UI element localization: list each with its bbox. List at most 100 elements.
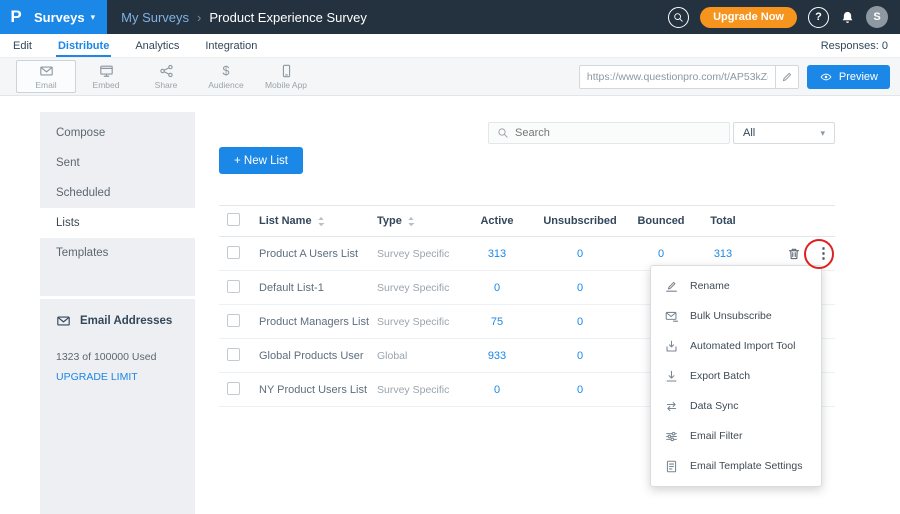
lists-content: All ▾ + New List List Name Type Active U… bbox=[195, 96, 900, 514]
sidebar-item-sent[interactable]: Sent bbox=[40, 148, 195, 178]
toolbar-item-share[interactable]: Share bbox=[136, 60, 196, 93]
envelope-icon bbox=[56, 314, 71, 328]
help-button[interactable]: ? bbox=[808, 7, 829, 28]
sidebar-item-compose[interactable]: Compose bbox=[40, 118, 195, 148]
cell-list-name[interactable]: Product A Users List bbox=[259, 248, 377, 260]
delete-list-button[interactable] bbox=[787, 247, 801, 261]
cell-type: Survey Specific bbox=[377, 384, 465, 396]
surveys-menu[interactable]: P Surveys ▾ bbox=[0, 0, 107, 34]
row-checkbox[interactable] bbox=[227, 348, 240, 361]
cell-unsubscribed[interactable]: 0 bbox=[529, 248, 631, 260]
share-icon bbox=[159, 64, 174, 78]
toolbar-item-mobile-app[interactable]: Mobile App bbox=[256, 60, 316, 93]
breadcrumb: My Surveys › Product Experience Survey bbox=[121, 10, 367, 25]
cell-active[interactable]: 933 bbox=[465, 350, 529, 362]
pencil-icon bbox=[781, 71, 793, 83]
menu-item-label: Automated Import Tool bbox=[690, 340, 795, 352]
menu-item-email-template-settings[interactable]: Email Template Settings bbox=[651, 451, 821, 481]
menu-item-rename[interactable]: Rename bbox=[651, 271, 821, 301]
cell-unsubscribed[interactable]: 0 bbox=[529, 350, 631, 362]
header-search-button[interactable] bbox=[668, 7, 689, 28]
email-icon bbox=[39, 64, 54, 78]
sort-icon[interactable] bbox=[317, 216, 325, 227]
toolbar-item-label: Share bbox=[155, 80, 178, 90]
tab-integration[interactable]: Integration bbox=[192, 34, 270, 57]
cell-unsubscribed[interactable]: 0 bbox=[529, 316, 631, 328]
eye-icon bbox=[819, 71, 833, 83]
top-header: P Surveys ▾ My Surveys › Product Experie… bbox=[0, 0, 900, 34]
toolbar-item-email[interactable]: Email bbox=[16, 60, 76, 93]
select-all-checkbox[interactable] bbox=[227, 213, 240, 226]
mobile-app-icon bbox=[279, 64, 294, 78]
toolbar-item-embed[interactable]: Embed bbox=[76, 60, 136, 93]
sidebar-item-scheduled[interactable]: Scheduled bbox=[40, 178, 195, 208]
tab-analytics[interactable]: Analytics bbox=[122, 34, 192, 57]
audience-icon: $ bbox=[223, 64, 230, 78]
menu-item-export-batch[interactable]: Export Batch bbox=[651, 361, 821, 391]
email-addresses-header: Email Addresses bbox=[56, 314, 181, 328]
row-checkbox[interactable] bbox=[227, 314, 240, 327]
menu-item-label: Rename bbox=[690, 280, 730, 292]
cell-active[interactable]: 0 bbox=[465, 282, 529, 294]
breadcrumb-my-surveys[interactable]: My Surveys bbox=[121, 10, 189, 25]
menu-item-label: Email Template Settings bbox=[690, 460, 802, 472]
sidebar-item-templates[interactable]: Templates bbox=[40, 238, 195, 268]
list-search-input[interactable] bbox=[515, 127, 721, 139]
row-checkbox[interactable] bbox=[227, 280, 240, 293]
help-icon: ? bbox=[815, 11, 822, 23]
upgrade-limit-link[interactable]: UPGRADE LIMIT bbox=[56, 371, 181, 383]
user-avatar[interactable]: S bbox=[866, 6, 888, 28]
preview-button[interactable]: Preview bbox=[807, 65, 890, 89]
upgrade-now-button[interactable]: Upgrade Now bbox=[700, 7, 797, 28]
cell-active[interactable]: 313 bbox=[465, 248, 529, 260]
row-actions-dots-button[interactable]: ⋮ bbox=[816, 246, 826, 261]
edit-url-button[interactable] bbox=[775, 66, 798, 88]
tab-edit[interactable]: Edit bbox=[0, 34, 45, 57]
row-checkbox[interactable] bbox=[227, 246, 240, 259]
cell-unsubscribed[interactable]: 0 bbox=[529, 282, 631, 294]
bulk-unsubscribe-icon bbox=[665, 310, 678, 323]
toolbar-item-label: Email bbox=[35, 80, 56, 90]
rename-icon bbox=[665, 280, 678, 293]
menu-item-email-filter[interactable]: Email Filter bbox=[651, 421, 821, 451]
cell-active[interactable]: 75 bbox=[465, 316, 529, 328]
automated-import-tool-icon bbox=[665, 340, 678, 353]
search-icon bbox=[673, 12, 684, 23]
email-addresses-block: Email Addresses 1323 of 100000 Used UPGR… bbox=[40, 296, 195, 383]
cell-list-name[interactable]: NY Product Users List bbox=[259, 384, 377, 396]
cell-list-name[interactable]: Product Managers List bbox=[259, 316, 377, 328]
cell-unsubscribed[interactable]: 0 bbox=[529, 384, 631, 396]
cell-list-name[interactable]: Default List-1 bbox=[259, 282, 377, 294]
filter-selected-value: All bbox=[743, 127, 755, 139]
cell-list-name[interactable]: Global Products User bbox=[259, 350, 377, 362]
menu-item-label: Data Sync bbox=[690, 400, 738, 412]
chevron-down-icon: ▾ bbox=[91, 12, 96, 23]
column-type: Type bbox=[377, 215, 402, 227]
survey-url-field bbox=[579, 65, 799, 89]
new-list-button[interactable]: + New List bbox=[219, 147, 303, 174]
notifications-button[interactable] bbox=[840, 10, 855, 25]
tab-distribute[interactable]: Distribute bbox=[45, 34, 122, 57]
menu-item-data-sync[interactable]: Data Sync bbox=[651, 391, 821, 421]
survey-url-input[interactable] bbox=[580, 71, 775, 83]
sort-icon[interactable] bbox=[407, 216, 415, 227]
cell-type: Global bbox=[377, 350, 465, 362]
embed-icon bbox=[99, 64, 114, 78]
sidebar-item-lists[interactable]: Lists bbox=[40, 208, 195, 238]
row-checkbox[interactable] bbox=[227, 382, 240, 395]
toolbar-item-audience[interactable]: $ Audience bbox=[196, 60, 256, 93]
list-actions-menu: Rename Bulk Unsubscribe Automated Import… bbox=[650, 265, 822, 487]
cell-total[interactable]: 313 bbox=[691, 248, 755, 260]
cell-active[interactable]: 0 bbox=[465, 384, 529, 396]
cell-bounced[interactable]: 0 bbox=[631, 248, 691, 260]
app-window: P Surveys ▾ My Surveys › Product Experie… bbox=[0, 0, 900, 514]
list-search-box bbox=[488, 122, 730, 144]
menu-item-bulk-unsubscribe[interactable]: Bulk Unsubscribe bbox=[651, 301, 821, 331]
menu-item-label: Bulk Unsubscribe bbox=[690, 310, 772, 322]
data-sync-icon bbox=[665, 400, 678, 413]
search-icon bbox=[497, 127, 509, 139]
menu-item-automated-import-tool[interactable]: Automated Import Tool bbox=[651, 331, 821, 361]
list-type-filter[interactable]: All ▾ bbox=[733, 122, 835, 144]
cell-type: Survey Specific bbox=[377, 316, 465, 328]
cell-type: Survey Specific bbox=[377, 282, 465, 294]
